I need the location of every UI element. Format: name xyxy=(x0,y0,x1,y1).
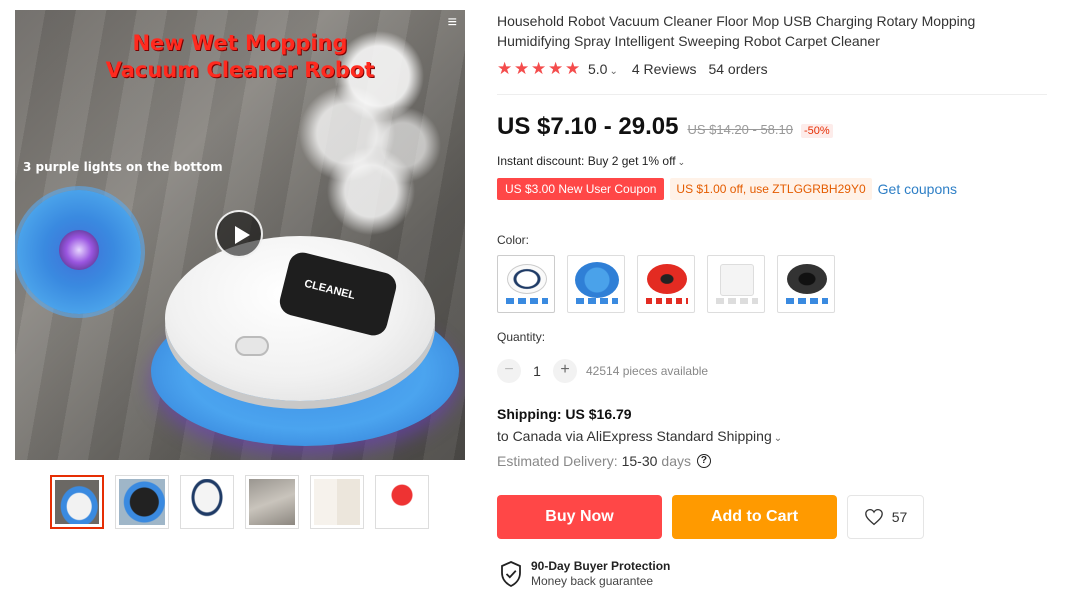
swatch-accessories xyxy=(506,298,548,304)
mop-pad-image xyxy=(17,190,141,314)
color-label: Color: xyxy=(497,233,530,247)
discount-badge: -50% xyxy=(800,124,833,138)
robot-image: CLEANEL xyxy=(165,236,435,401)
rating-value[interactable]: 5.0 ⌄ xyxy=(588,61,618,77)
product-title: Household Robot Vacuum Cleaner Floor Mop… xyxy=(497,13,976,49)
star-icon: ★ xyxy=(514,59,530,78)
buyer-protection: 90-Day Buyer Protection Money back guara… xyxy=(500,558,670,589)
thumbnail-image xyxy=(249,479,295,525)
swatch-accessories xyxy=(646,298,688,304)
original-price: US $14.20 - 58.10 xyxy=(687,122,793,137)
new-user-coupon[interactable]: US $3.00 New User Coupon xyxy=(497,178,665,200)
decrement-button[interactable]: − xyxy=(497,359,521,383)
thumbnail-5[interactable] xyxy=(310,475,364,529)
thumbnail-3[interactable] xyxy=(180,475,234,529)
promo-title-line2: Vacuum Cleaner Robot xyxy=(105,58,375,82)
color-option-white-box[interactable] xyxy=(707,255,765,313)
protection-subtitle: Money back guarantee xyxy=(531,574,654,588)
robot-panel: CLEANEL xyxy=(276,249,400,339)
add-to-cart-button[interactable]: Add to Cart xyxy=(672,495,837,539)
wishlist-count: 57 xyxy=(891,509,908,525)
thumbnail-1[interactable] xyxy=(50,475,104,529)
thumbnail-4[interactable] xyxy=(245,475,299,529)
star-icon: ★ xyxy=(531,59,547,78)
robot-button xyxy=(235,336,269,356)
protection-title: 90-Day Buyer Protection xyxy=(531,559,671,573)
delivery-unit: days xyxy=(661,453,691,469)
swatch-accessories xyxy=(576,298,618,304)
protection-text: 90-Day Buyer Protection Money back guara… xyxy=(531,558,670,589)
shield-check-icon xyxy=(501,561,521,587)
rating-stars[interactable]: ★ ★ ★ ★ ★ xyxy=(497,59,581,78)
orders-count: 54 orders xyxy=(708,61,768,77)
swatch-image xyxy=(575,262,619,298)
current-price: US $7.10 - 29.05 xyxy=(497,113,679,140)
instant-discount[interactable]: Instant discount: Buy 2 get 1% off ⌄ xyxy=(497,154,685,168)
thumbnail-image xyxy=(314,479,360,525)
swatch-image xyxy=(647,264,687,294)
play-icon[interactable] xyxy=(215,210,263,258)
instant-discount-text: Instant discount: Buy 2 get 1% off xyxy=(497,154,676,168)
chevron-down-icon: ⌄ xyxy=(773,433,783,444)
promo-title: New Wet Mopping Vacuum Cleaner Robot xyxy=(15,30,465,84)
shipping-price: Shipping: US $16.79 xyxy=(497,406,632,422)
swatch-image xyxy=(507,264,547,294)
thumbnail-6[interactable] xyxy=(375,475,429,529)
help-icon[interactable]: ? xyxy=(696,454,711,468)
swatch-accessories xyxy=(786,298,828,304)
rating-number: 5.0 xyxy=(588,61,608,77)
stock-available: 42514 pieces available xyxy=(586,364,709,378)
quantity-stepper: − 1 + 42514 pieces available xyxy=(497,359,708,383)
quantity-label: Quantity: xyxy=(497,330,546,344)
thumbnail-image xyxy=(119,479,165,525)
thumbnail-image xyxy=(55,480,99,524)
star-icon: ★ xyxy=(497,59,513,78)
robot-brand: CLEANEL xyxy=(303,277,357,302)
color-option-white[interactable] xyxy=(497,255,555,313)
wishlist-button[interactable]: 57 xyxy=(847,495,924,539)
thumbnail-2[interactable] xyxy=(115,475,169,529)
purple-light-image xyxy=(59,230,99,270)
promo-title-line1: New Wet Mopping xyxy=(132,31,348,55)
swatch-image xyxy=(720,264,754,296)
get-coupons-link[interactable]: Get coupons xyxy=(878,181,957,197)
color-option-red[interactable] xyxy=(637,255,695,313)
swatch-accessories xyxy=(716,298,758,304)
chevron-down-icon: ⌄ xyxy=(609,66,618,77)
color-option-black[interactable] xyxy=(777,255,835,313)
shipping-method-text: to Canada via AliExpress Standard Shippi… xyxy=(497,428,772,444)
delivery-value: 15-30 xyxy=(621,453,658,469)
star-icon: ★ xyxy=(565,59,581,78)
quantity-input[interactable]: 1 xyxy=(521,363,553,379)
promo-caption: 3 purple lights on the bottom xyxy=(23,160,223,174)
heart-icon xyxy=(864,508,883,526)
price-row: US $7.10 - 29.05 US $14.20 - 58.10 -50% xyxy=(497,113,833,141)
divider xyxy=(497,94,1047,95)
thumbnail-image xyxy=(184,479,230,525)
code-coupon[interactable]: US $1.00 off, use ZTLGGRBH29Y0 xyxy=(670,178,872,200)
rating-row: ★ ★ ★ ★ ★ 5.0 ⌄ 4 Reviews 54 orders xyxy=(497,60,768,78)
main-product-image[interactable]: CLEANEL New Wet Mopping Vacuum Cleaner R… xyxy=(15,10,465,460)
menu-icon[interactable]: ≡ xyxy=(448,14,457,32)
increment-button[interactable]: + xyxy=(553,359,577,383)
thumbnail-image xyxy=(379,479,425,525)
estimated-delivery: Estimated Delivery: 15-30 days ? xyxy=(497,453,711,469)
chevron-down-icon: ⌄ xyxy=(677,157,686,167)
swatch-image xyxy=(787,264,827,294)
coupon-row: US $3.00 New User Coupon US $1.00 off, u… xyxy=(497,178,957,200)
color-option-blue[interactable] xyxy=(567,255,625,313)
star-icon: ★ xyxy=(548,59,564,78)
buy-now-button[interactable]: Buy Now xyxy=(497,495,662,539)
shipping-method[interactable]: to Canada via AliExpress Standard Shippi… xyxy=(497,428,782,444)
reviews-link[interactable]: 4 Reviews xyxy=(632,61,697,77)
delivery-label: Estimated Delivery: xyxy=(497,453,618,469)
